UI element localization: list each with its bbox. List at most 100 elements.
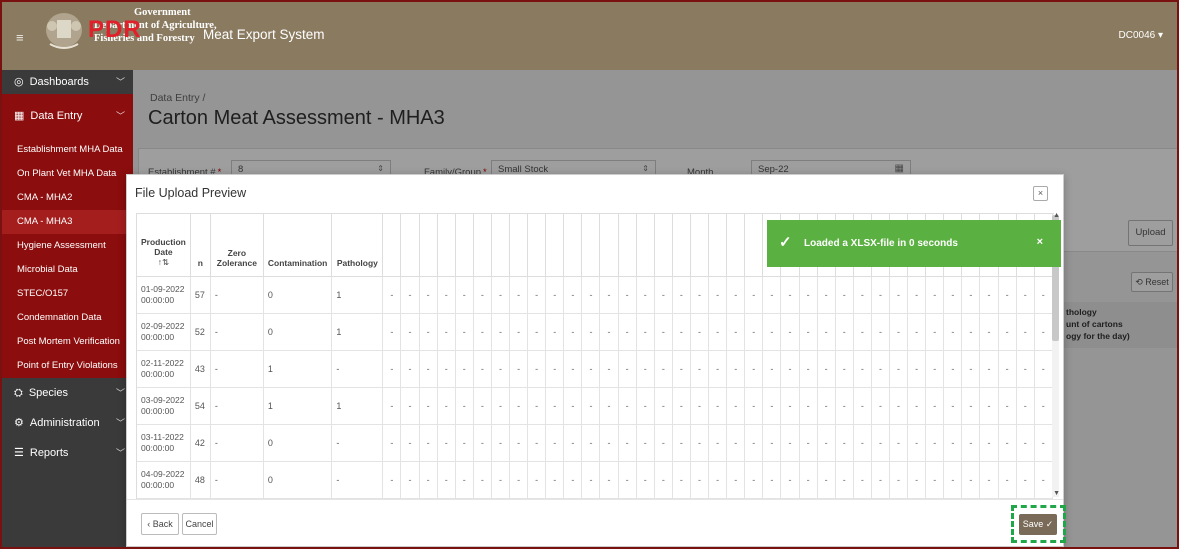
cell-n: 57 <box>190 276 211 314</box>
submenu-item-condemnation[interactable]: Condemnation Data <box>2 306 133 330</box>
cell-empty: - <box>871 276 890 314</box>
column-contamination[interactable]: Contamination <box>263 214 333 277</box>
cell-empty: - <box>654 387 673 425</box>
cell-empty: - <box>871 424 890 462</box>
cancel-button[interactable]: Cancel <box>182 513 217 535</box>
cell-empty: - <box>618 350 637 388</box>
cell-empty: - <box>762 461 782 499</box>
cell-empty: - <box>491 313 511 351</box>
cell-empty: - <box>762 424 782 462</box>
cell-pathology: - <box>331 461 384 499</box>
column-n[interactable]: n <box>190 214 211 277</box>
column-pathology[interactable]: Pathology <box>331 214 384 277</box>
cell-pathology: - <box>331 424 384 462</box>
cell-empty: - <box>961 424 981 462</box>
table-row[interactable]: 03-11-2022 00:00:00 42-0- - - - - - - - - - - - - - - - - -… <box>137 424 1053 462</box>
cell-empty: - <box>961 387 981 425</box>
sidebar-item-administration[interactable]: ⚙ Administration ﹀ <box>2 408 133 438</box>
table-row[interactable]: 04-09-2022 00:00:00 48-0- - - - - - - - - - - - - - - - - -… <box>137 461 1053 499</box>
cell-empty: - <box>998 461 1017 499</box>
column-empty <box>455 214 474 277</box>
column-production-date[interactable]: Production Date ↑⇅ <box>137 214 191 277</box>
submenu-item-point-of-entry[interactable]: Point of Entry Violations <box>2 354 133 378</box>
back-button[interactable]: ‹ Back <box>141 513 179 535</box>
sidebar-item-data-entry[interactable]: ▦ Data Entry ﹀ <box>2 94 133 138</box>
chevron-left-icon: ‹ <box>147 519 151 529</box>
sidebar: ◎ Dashboards ﹀ ▦ Data Entry ﹀ Establishm… <box>2 70 133 547</box>
cell-n: 54 <box>190 387 211 425</box>
column-empty <box>527 214 547 277</box>
chevron-down-icon: ﹀ <box>115 448 125 458</box>
submenu-item-microbial[interactable]: Microbial Data <box>2 258 133 282</box>
cell-empty: - <box>1016 350 1035 388</box>
close-icon[interactable]: × <box>1033 186 1048 201</box>
cell-date: 03-11-2022 00:00:00 <box>137 424 191 462</box>
cell-empty: - <box>654 276 673 314</box>
cell-empty: - <box>654 461 673 499</box>
cell-empty: - <box>400 461 420 499</box>
chevron-down-icon: ﹀ <box>115 77 125 87</box>
cell-empty: - <box>799 276 818 314</box>
cell-empty: - <box>545 276 565 314</box>
cell-empty: - <box>726 424 746 462</box>
cell-empty: - <box>817 461 836 499</box>
cell-empty: - <box>744 424 764 462</box>
cell-empty: - <box>835 350 854 388</box>
scroll-up-icon[interactable]: ▲ <box>1053 212 1060 219</box>
submenu-item-cma-mha3[interactable]: CMA - MHA3 <box>2 210 133 234</box>
sidebar-item-reports[interactable]: ☰ Reports ﹀ <box>2 438 133 468</box>
cell-empty: - <box>1034 276 1053 314</box>
cell-empty: - <box>1016 276 1035 314</box>
cell-empty: - <box>509 276 529 314</box>
cell-empty: - <box>419 313 438 351</box>
cell-date: 01-09-2022 00:00:00 <box>137 276 191 314</box>
user-menu[interactable]: DC0046 ▾ <box>1119 30 1164 41</box>
column-empty <box>563 214 583 277</box>
toast-close-icon[interactable]: × <box>1037 236 1043 248</box>
cell-empty: - <box>889 313 909 351</box>
submenu-item-on-plant-vet[interactable]: On Plant Vet MHA Data <box>2 162 133 186</box>
cell-empty: - <box>618 276 637 314</box>
menu-icon[interactable]: ≡ <box>16 30 24 45</box>
table-row[interactable]: 02-09-2022 00:00:00 52-0 1- - - - - - - - - - - - - - - - -… <box>137 313 1053 351</box>
column-empty <box>672 214 691 277</box>
column-zero-tolerance[interactable]: Zero Zolerance <box>210 214 264 277</box>
scroll-down-icon[interactable]: ▼ <box>1053 490 1060 497</box>
table-row[interactable]: 02-11-2022 00:00:00 43-1- - - - - - - - - - - - - - - - - -… <box>137 350 1053 388</box>
cell-empty: - <box>998 387 1017 425</box>
cell-empty: - <box>563 424 583 462</box>
submenu-item-hygiene[interactable]: Hygiene Assessment <box>2 234 133 258</box>
cell-empty: - <box>744 276 764 314</box>
cell-empty: - <box>998 350 1017 388</box>
cell-empty: - <box>889 424 909 462</box>
cell-empty: - <box>871 387 890 425</box>
cell-zero-tolerance: - <box>210 276 264 314</box>
cell-empty: - <box>961 350 981 388</box>
submenu-item-cma-mha2[interactable]: CMA - MHA2 <box>2 186 133 210</box>
cell-pathology: 1 <box>331 276 384 314</box>
save-button[interactable]: Save ✓ <box>1019 514 1057 535</box>
table-row[interactable]: 01-09-2022 00:00:00 57-0 1- - - - - - - - - - - - - - - - -… <box>137 276 1053 314</box>
sidebar-item-species[interactable]: ⛭ Species ﹀ <box>2 378 133 408</box>
cell-empty: - <box>618 387 637 425</box>
submenu-item-establishment-mha[interactable]: Establishment MHA Data <box>2 138 133 162</box>
submenu-item-stec[interactable]: STEC/O157 <box>2 282 133 306</box>
cell-empty: - <box>491 350 511 388</box>
cell-empty: - <box>871 313 890 351</box>
cell-empty: - <box>690 350 710 388</box>
submenu-item-post-mortem[interactable]: Post Mortem Verification <box>2 330 133 354</box>
cell-empty: - <box>817 424 836 462</box>
column-empty <box>419 214 438 277</box>
sidebar-item-dashboards[interactable]: ◎ Dashboards ﹀ <box>2 70 133 94</box>
cell-empty: - <box>961 276 981 314</box>
table-row[interactable]: 03-09-2022 00:00:00 54-1 1- - - - - - - - - - - - - - - - -… <box>137 387 1053 425</box>
cell-empty: - <box>780 387 800 425</box>
cell-empty: - <box>455 424 474 462</box>
cell-date: 02-09-2022 00:00:00 <box>137 313 191 351</box>
cell-empty: - <box>491 387 511 425</box>
cell-empty: - <box>437 276 456 314</box>
cell-empty: - <box>762 387 782 425</box>
column-empty <box>654 214 673 277</box>
cell-empty: - <box>979 461 999 499</box>
cell-empty: - <box>780 424 800 462</box>
